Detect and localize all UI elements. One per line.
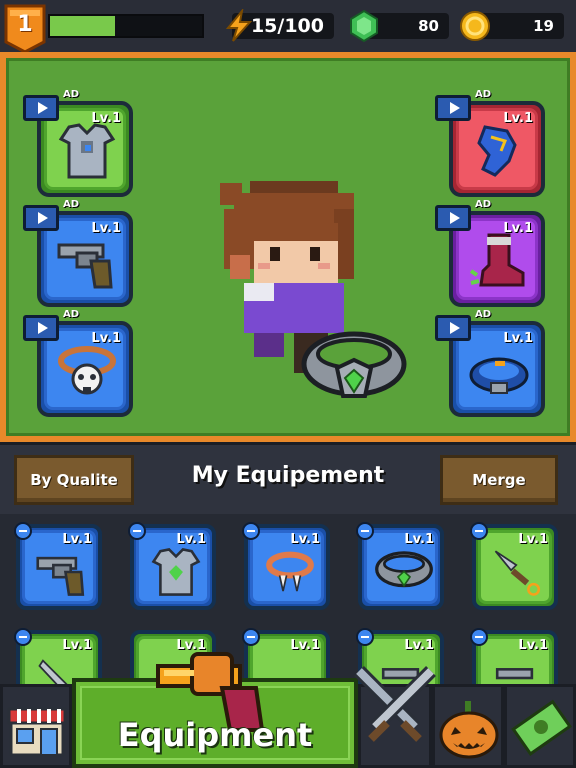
ad-label: AD bbox=[63, 309, 80, 320]
level-badge[interactable]: 1 bbox=[4, 4, 46, 54]
crossed-swords-icon bbox=[354, 666, 436, 742]
belt-icon bbox=[469, 357, 529, 394]
ad-label: AD bbox=[475, 89, 492, 100]
pumpkin-icon bbox=[439, 701, 499, 759]
ad-video-icon[interactable] bbox=[23, 95, 59, 121]
gem-ring-icon bbox=[301, 331, 407, 398]
nav-equipment-label: Equipment bbox=[117, 716, 313, 754]
equip-indicator-icon bbox=[470, 628, 488, 646]
item-level: Lv.1 bbox=[62, 532, 92, 547]
nav-cash[interactable] bbox=[504, 684, 576, 768]
ad-label: AD bbox=[475, 309, 492, 320]
fang-necklace-icon bbox=[266, 551, 314, 592]
gold-coin-icon bbox=[460, 11, 490, 41]
green-gem-icon bbox=[350, 9, 378, 43]
ad-label: AD bbox=[63, 199, 80, 210]
revolver-icon bbox=[36, 556, 85, 596]
equip-indicator-icon bbox=[14, 628, 32, 646]
slot-belt[interactable]: AD Lv.1 bbox=[435, 309, 545, 417]
armor-vest-icon bbox=[58, 123, 116, 179]
sort-by-quality-button[interactable]: By Qualite bbox=[14, 455, 134, 505]
equip-indicator-icon bbox=[470, 522, 488, 540]
skull-necklace-icon bbox=[58, 346, 116, 395]
player-level: 1 bbox=[17, 12, 33, 37]
page-title: My Equipement bbox=[191, 463, 385, 488]
item-level: Lv.1 bbox=[290, 638, 320, 653]
arena-frame: AD Lv.1 AD Lv.1 AD Lv.1 AD Lv.1 AD Lv.1 … bbox=[0, 52, 576, 442]
inventory-item[interactable]: Lv.1 bbox=[470, 522, 558, 610]
inventory-item[interactable]: Lv.1 bbox=[14, 522, 102, 610]
item-level: Lv.1 bbox=[176, 532, 206, 547]
nav-battle[interactable] bbox=[354, 666, 436, 768]
cash-icon bbox=[511, 699, 572, 756]
ad-label: AD bbox=[475, 199, 492, 210]
inventory-item[interactable]: Lv.1 bbox=[356, 522, 444, 610]
coins-counter[interactable]: 19 bbox=[460, 11, 564, 41]
boot-icon bbox=[469, 233, 525, 287]
nav-equipment[interactable]: Equipment bbox=[72, 652, 358, 768]
ad-label: AD bbox=[63, 89, 80, 100]
shop-icon bbox=[7, 707, 67, 757]
slot-weapon[interactable]: AD Lv.1 bbox=[23, 199, 133, 307]
equip-indicator-icon bbox=[128, 522, 146, 540]
slot-gloves[interactable]: AD Lv.1 bbox=[435, 89, 545, 197]
equipment-header: By Qualite My Equipement Merge bbox=[0, 442, 576, 514]
item-level: Lv.1 bbox=[404, 638, 434, 653]
armor-vest-icon bbox=[151, 548, 201, 596]
equip-indicator-icon bbox=[242, 522, 260, 540]
ad-video-icon[interactable] bbox=[23, 205, 59, 231]
top-bar: 1 15/100 80 19 bbox=[0, 0, 576, 54]
gems-counter[interactable]: 80 bbox=[350, 9, 449, 43]
energy-counter[interactable]: 15/100 bbox=[225, 9, 334, 42]
nav-shop[interactable] bbox=[0, 684, 72, 768]
xp-bar-fill bbox=[50, 16, 116, 36]
energy-value: 15/100 bbox=[250, 15, 324, 37]
inventory-item[interactable]: Lv.1 bbox=[128, 522, 216, 610]
xp-bar bbox=[48, 14, 204, 38]
item-level: Lv.1 bbox=[518, 532, 548, 547]
item-level: Lv.1 bbox=[404, 532, 434, 547]
ad-video-icon[interactable] bbox=[435, 95, 471, 121]
revolver-icon bbox=[57, 243, 113, 289]
ad-video-icon[interactable] bbox=[435, 315, 471, 341]
ad-video-icon[interactable] bbox=[435, 205, 471, 231]
equip-indicator-icon bbox=[14, 522, 32, 540]
item-level: Lv.1 bbox=[518, 638, 548, 653]
ad-video-icon[interactable] bbox=[23, 315, 59, 341]
slot-boots[interactable]: AD Lv.1 bbox=[435, 199, 545, 307]
slot-necklace[interactable]: AD Lv.1 bbox=[23, 309, 133, 417]
nav-event[interactable] bbox=[432, 684, 504, 768]
glove-icon bbox=[477, 125, 517, 177]
equip-indicator-icon bbox=[356, 522, 374, 540]
gem-ring-icon bbox=[375, 551, 433, 588]
equip-indicator-icon bbox=[356, 628, 374, 646]
slot-armor[interactable]: AD Lv.1 bbox=[23, 89, 133, 197]
coins-value: 19 bbox=[533, 17, 554, 35]
item-level: Lv.1 bbox=[290, 532, 320, 547]
bottom-nav: Equipment bbox=[0, 652, 576, 768]
inventory-item[interactable]: Lv.1 bbox=[242, 522, 330, 610]
kunai-icon bbox=[494, 550, 541, 596]
character-arena: AD Lv.1 AD Lv.1 AD Lv.1 AD Lv.1 AD Lv.1 … bbox=[6, 58, 570, 436]
merge-button[interactable]: Merge bbox=[440, 455, 558, 505]
item-level: Lv.1 bbox=[62, 638, 92, 653]
gems-value: 80 bbox=[418, 17, 439, 35]
